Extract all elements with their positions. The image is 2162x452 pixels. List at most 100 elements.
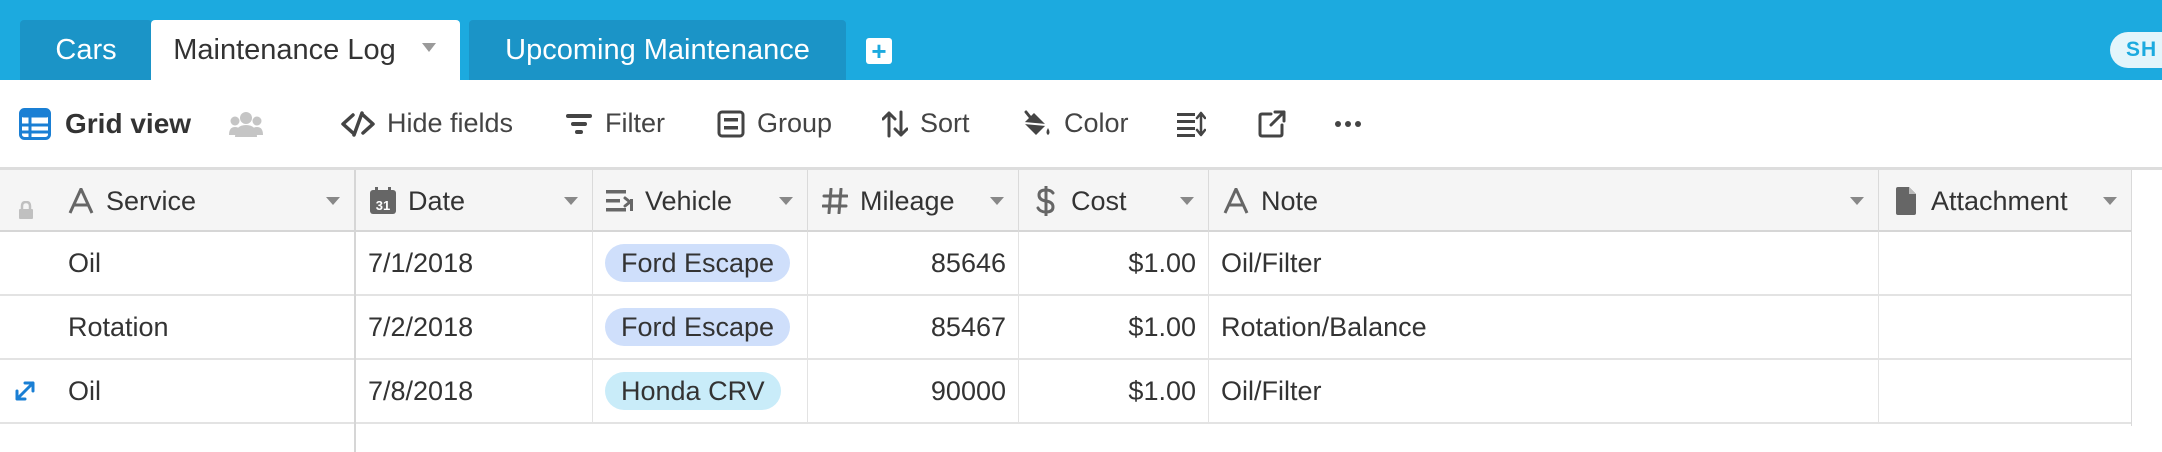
filter-label: Filter [605,108,665,138]
currency-icon [1031,186,1061,216]
view-name: Grid view [65,107,192,139]
tab-upcoming-maintenance[interactable]: Upcoming Maintenance [469,20,846,80]
color-label: Color [1064,108,1129,138]
user-avatar[interactable]: SH [2110,32,2162,68]
group-button[interactable]: Group [717,80,832,167]
primary-column-divider [354,170,356,452]
table-tab-bar: Cars Maintenance Log Upcoming Maintenanc… [0,0,2162,80]
column-label: Cost [1071,185,1127,216]
view-switcher[interactable]: Grid view [19,80,191,167]
color-button[interactable]: Color [1020,80,1129,167]
column-label: Mileage [860,185,955,216]
group-label: Group [757,108,833,138]
chevron-down-icon[interactable] [326,197,340,205]
cell-service[interactable]: Oil [0,232,356,294]
calendar-icon: 31 [368,187,398,215]
cell-cost[interactable]: $1.00 [1019,360,1209,422]
user-initials: SH [2126,38,2158,61]
tab-label: Maintenance Log [173,33,396,66]
svg-text:31: 31 [376,198,390,213]
row-height-button[interactable] [1176,80,1206,167]
cell-attachment[interactable] [1879,360,2132,422]
column-header-note[interactable]: Note [1209,170,1879,232]
column-label: Vehicle [645,185,733,216]
people-icon [229,111,263,137]
grid-right-edge [2131,170,2132,426]
cell-date[interactable]: 7/8/2018 [356,360,593,422]
row-height-icon [1177,111,1206,137]
cell-note[interactable]: Rotation/Balance [1209,296,1879,358]
column-label: Note [1261,185,1319,216]
cell-service[interactable]: Rotation [0,296,356,358]
cell-date[interactable]: 7/1/2018 [356,232,593,294]
share-icon [1258,110,1286,137]
collaborative-view-button[interactable] [229,80,263,167]
column-header-mileage[interactable]: Mileage [808,170,1019,232]
number-icon [820,188,850,214]
cell-cost[interactable]: $1.00 [1019,232,1209,294]
paint-bucket-icon [1023,110,1050,135]
more-options-button[interactable] [1335,80,1361,167]
cell-cost[interactable]: $1.00 [1019,296,1209,358]
table-row[interactable]: Oil 7/1/2018 Ford Escape 85646 $1.00 Oil… [0,232,2132,296]
link-record-icon [605,189,635,213]
vehicle-record-pill[interactable]: Ford Escape [605,308,791,346]
hide-fields-icon [341,110,375,137]
chevron-down-icon[interactable] [1850,197,1864,205]
tab-maintenance-log[interactable]: Maintenance Log [151,20,460,80]
filter-button[interactable]: Filter [565,80,665,167]
sort-button[interactable]: Sort [882,80,970,167]
view-toolbar: Grid view Hide fields Filter Group Sort … [0,80,2162,170]
column-header-attachment[interactable]: Attachment [1879,170,2132,232]
chevron-down-icon[interactable] [2103,197,2117,205]
cell-note[interactable]: Oil/Filter [1209,360,1879,422]
hide-fields-button[interactable]: Hide fields [341,80,513,167]
column-header-vehicle[interactable]: Vehicle [593,170,808,232]
hide-fields-label: Hide fields [387,108,514,138]
table-row[interactable]: Rotation 7/2/2018 Ford Escape 85467 $1.0… [0,296,2132,360]
share-view-button[interactable] [1258,80,1286,167]
cell-vehicle[interactable]: Ford Escape [593,232,808,294]
tab-cars[interactable]: Cars [20,20,152,80]
file-icon [1891,187,1921,215]
column-header-service[interactable]: Service [0,170,356,232]
more-icon [1335,120,1361,127]
column-header-cost[interactable]: Cost [1019,170,1209,232]
chevron-down-icon[interactable] [779,197,793,205]
chevron-down-icon[interactable] [990,197,1004,205]
column-label: Service [106,185,197,216]
grid-header-row: Service 31 Date Vehicle Mileage Cost Not… [0,170,2132,232]
lock-icon [18,195,34,226]
filter-icon [566,113,592,134]
data-grid: Service 31 Date Vehicle Mileage Cost Not… [0,170,2162,452]
add-table-button[interactable]: + [866,38,892,64]
chevron-down-icon[interactable] [422,43,436,52]
cell-vehicle[interactable]: Honda CRV [593,360,808,422]
text-icon [1221,188,1251,214]
column-header-date[interactable]: 31 Date [356,170,593,232]
cell-attachment[interactable] [1879,296,2132,358]
chevron-down-icon[interactable] [564,197,578,205]
vehicle-record-pill[interactable]: Ford Escape [605,244,791,282]
grid-view-icon [19,107,51,140]
cell-attachment[interactable] [1879,232,2132,294]
text-icon [66,188,96,214]
cell-mileage[interactable]: 90000 [808,360,1019,422]
cell-service[interactable]: Oil [0,360,356,422]
table-row[interactable]: Oil 7/8/2018 Honda CRV 90000 $1.00 Oil/F… [0,360,2132,424]
vehicle-record-pill[interactable]: Honda CRV [605,372,781,410]
cell-note[interactable]: Oil/Filter [1209,232,1879,294]
cell-mileage[interactable]: 85646 [808,232,1019,294]
cell-date[interactable]: 7/2/2018 [356,296,593,358]
sort-icon [882,110,908,137]
sort-label: Sort [920,108,970,138]
cell-mileage[interactable]: 85467 [808,296,1019,358]
column-label: Date [408,185,466,216]
tab-label: Upcoming Maintenance [505,33,810,66]
group-icon [717,110,745,137]
column-label: Attachment [1931,185,2068,216]
cell-vehicle[interactable]: Ford Escape [593,296,808,358]
chevron-down-icon[interactable] [1180,197,1194,205]
plus-icon: + [871,36,887,66]
tab-label: Cars [55,33,117,66]
